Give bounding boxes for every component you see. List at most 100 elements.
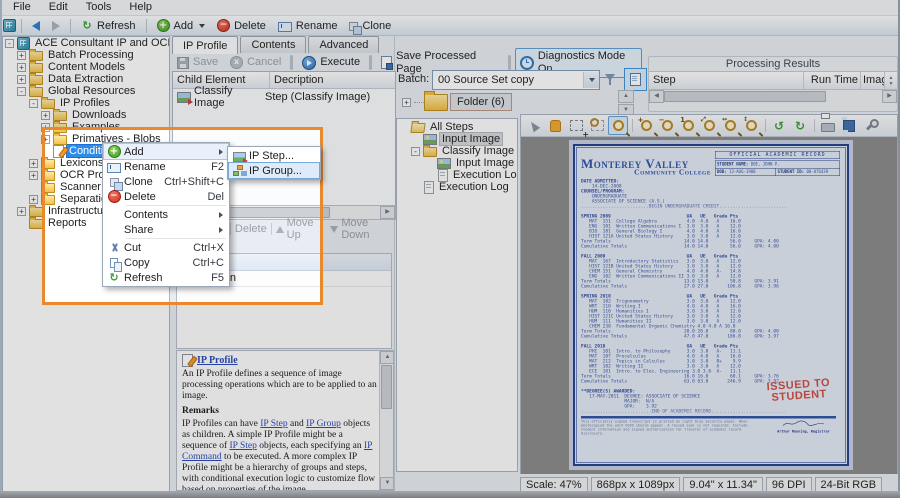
document-page[interactable]: Monterey Valley Community College OFFICI… [569, 140, 853, 470]
workspace-icon[interactable] [3, 19, 16, 32]
move-down-button[interactable]: Move Down [330, 217, 394, 241]
column-header-image-mode[interactable]: Image Mo [861, 72, 884, 89]
viewer-tool-button[interactable] [566, 116, 586, 135]
tab[interactable]: IP Profile [172, 36, 238, 54]
profile-toolbar-button[interactable]: Execute [297, 54, 365, 72]
viewer-tool-button[interactable] [587, 116, 607, 135]
tab[interactable]: Contents [240, 36, 306, 53]
viewer-tool-button[interactable] [818, 116, 838, 135]
profile-toolbar-button[interactable]: Cancel [225, 54, 286, 71]
context-menu-item[interactable]: Cut Ctrl+X [104, 240, 228, 255]
tree-item[interactable]: + Downloads [3, 109, 169, 121]
menubar-item[interactable]: Help [120, 0, 161, 15]
tree-item[interactable]: + Data Extraction [3, 73, 169, 85]
nav-back-button[interactable] [27, 20, 45, 32]
viewer-tool-button[interactable] [860, 116, 880, 135]
step-tree-item[interactable]: Input Image [397, 133, 517, 145]
tree-item[interactable]: + Content Models [3, 61, 169, 73]
nav-forward-button[interactable] [47, 20, 65, 32]
tree-item[interactable]: - IP Profiles [3, 97, 169, 109]
context-menu-item[interactable]: Clone Ctrl+Shift+C [104, 174, 228, 189]
rename-button[interactable]: Rename [273, 19, 343, 33]
viewer-tool-button[interactable] [545, 116, 565, 135]
tab[interactable]: Advanced [308, 36, 379, 53]
tree-expander[interactable]: + [17, 75, 26, 84]
menubar-item[interactable]: Edit [40, 0, 77, 15]
step-tree-item[interactable]: Execution Log [397, 181, 517, 193]
submenu-item[interactable]: IP Group... [229, 163, 319, 178]
tree-expander[interactable]: + [41, 135, 50, 144]
tree-item[interactable]: - ACE Consultant IP and OCR [3, 37, 169, 49]
tree-expander[interactable]: - [5, 39, 14, 48]
table-row[interactable]: Classify Image Step (Classify Image) [173, 89, 395, 104]
viewer-tool-button[interactable] [608, 116, 628, 135]
submenu-item[interactable]: IP Step... [229, 148, 319, 163]
move-up-button[interactable]: Move Up [276, 217, 327, 241]
scroll-up-button[interactable]: ▲ [618, 90, 634, 103]
combo-dropdown-arrow[interactable] [583, 72, 599, 88]
tree-expander[interactable]: + [29, 159, 38, 168]
tree-expander[interactable]: - [29, 99, 38, 108]
viewer-tool-button[interactable] [699, 116, 719, 135]
step-tree-item[interactable]: All Steps [397, 121, 517, 133]
context-menu-item[interactable]: Refresh F5 [104, 270, 228, 285]
add-button[interactable]: Add [152, 18, 211, 33]
batch-filter-button[interactable] [601, 72, 619, 87]
profile-toolbar-button[interactable]: Save [172, 54, 223, 71]
viewer-tool-button[interactable] [636, 116, 656, 135]
context-menu-item[interactable]: Add [104, 144, 228, 159]
scroll-up-button[interactable]: ▲ [380, 351, 394, 364]
tree-expander[interactable]: + [17, 63, 26, 72]
tree-item[interactable]: + Batch Processing [3, 49, 169, 61]
scroll-right-button[interactable]: ▶ [882, 90, 897, 103]
scroll-thumb[interactable] [381, 365, 392, 409]
step-tree-item[interactable]: Input Image [397, 157, 517, 169]
profile-toolbar-button[interactable] [290, 55, 293, 70]
folder-expander[interactable]: + [402, 98, 411, 107]
batch-combobox[interactable]: 00 Source Set copy [432, 70, 600, 90]
context-menu-item[interactable]: Copy Ctrl+C [104, 255, 228, 270]
viewer-tool-button[interactable] [657, 116, 677, 135]
batch-folder-icon[interactable] [424, 94, 448, 111]
help-vscrollbar[interactable]: ▲ ▼ [379, 351, 393, 490]
tree-expander[interactable]: - [17, 87, 26, 96]
tree-expander[interactable]: + [41, 123, 50, 132]
context-menu-item[interactable]: Rename F2 [104, 159, 228, 174]
step-tree-item[interactable]: Execution Log [397, 169, 517, 181]
viewer-canvas[interactable]: Monterey Valley Community College OFFICI… [521, 137, 897, 474]
viewer-tool-button[interactable] [790, 116, 810, 135]
profile-toolbar-button[interactable] [508, 55, 511, 70]
tree-expander[interactable]: - [411, 147, 420, 156]
menubar-item[interactable]: Tools [77, 0, 121, 15]
scroll-left-button[interactable]: ◀ [649, 90, 664, 103]
results-hscrollbar[interactable]: ◀ ▶ [649, 90, 897, 103]
add-dropdown-caret[interactable] [199, 24, 205, 28]
tree-expander[interactable]: + [29, 171, 38, 180]
child-delete-button[interactable]: Delete [235, 223, 267, 235]
menubar-item[interactable]: File [4, 0, 40, 15]
tree-item[interactable]: + Examples [3, 121, 169, 133]
batch-folder-label[interactable]: Folder (6) [450, 93, 512, 111]
delete-button[interactable]: Delete [212, 18, 271, 33]
tree-expander[interactable]: + [17, 207, 26, 216]
viewer-tool-button[interactable] [839, 116, 859, 135]
viewer-tool-button[interactable] [524, 116, 544, 135]
tree-expander[interactable]: + [41, 111, 50, 120]
viewer-tool-button[interactable] [678, 116, 698, 135]
tree-expander[interactable]: + [29, 195, 38, 204]
viewer-tool-button[interactable] [769, 116, 789, 135]
tree-item[interactable]: - Global Resources [3, 85, 169, 97]
column-header-description[interactable]: Decription [270, 72, 395, 88]
column-header-run-time[interactable]: Run Time [804, 72, 861, 89]
viewer-tool-button[interactable] [741, 116, 761, 135]
profile-toolbar-button[interactable] [369, 55, 372, 70]
step-tree-item[interactable]: - Classify Image [397, 145, 517, 157]
scroll-thumb[interactable] [664, 91, 826, 102]
results-vscroll-arrows[interactable]: ▲▼ [884, 72, 897, 89]
viewer-tool-button[interactable] [720, 116, 740, 135]
help-title-link[interactable]: IP Profile [197, 355, 238, 366]
clone-button[interactable]: Clone [344, 19, 396, 33]
column-header-step[interactable]: Step [649, 72, 804, 89]
context-menu-item[interactable]: Contents [104, 207, 228, 222]
tree-expander[interactable]: + [17, 51, 26, 60]
